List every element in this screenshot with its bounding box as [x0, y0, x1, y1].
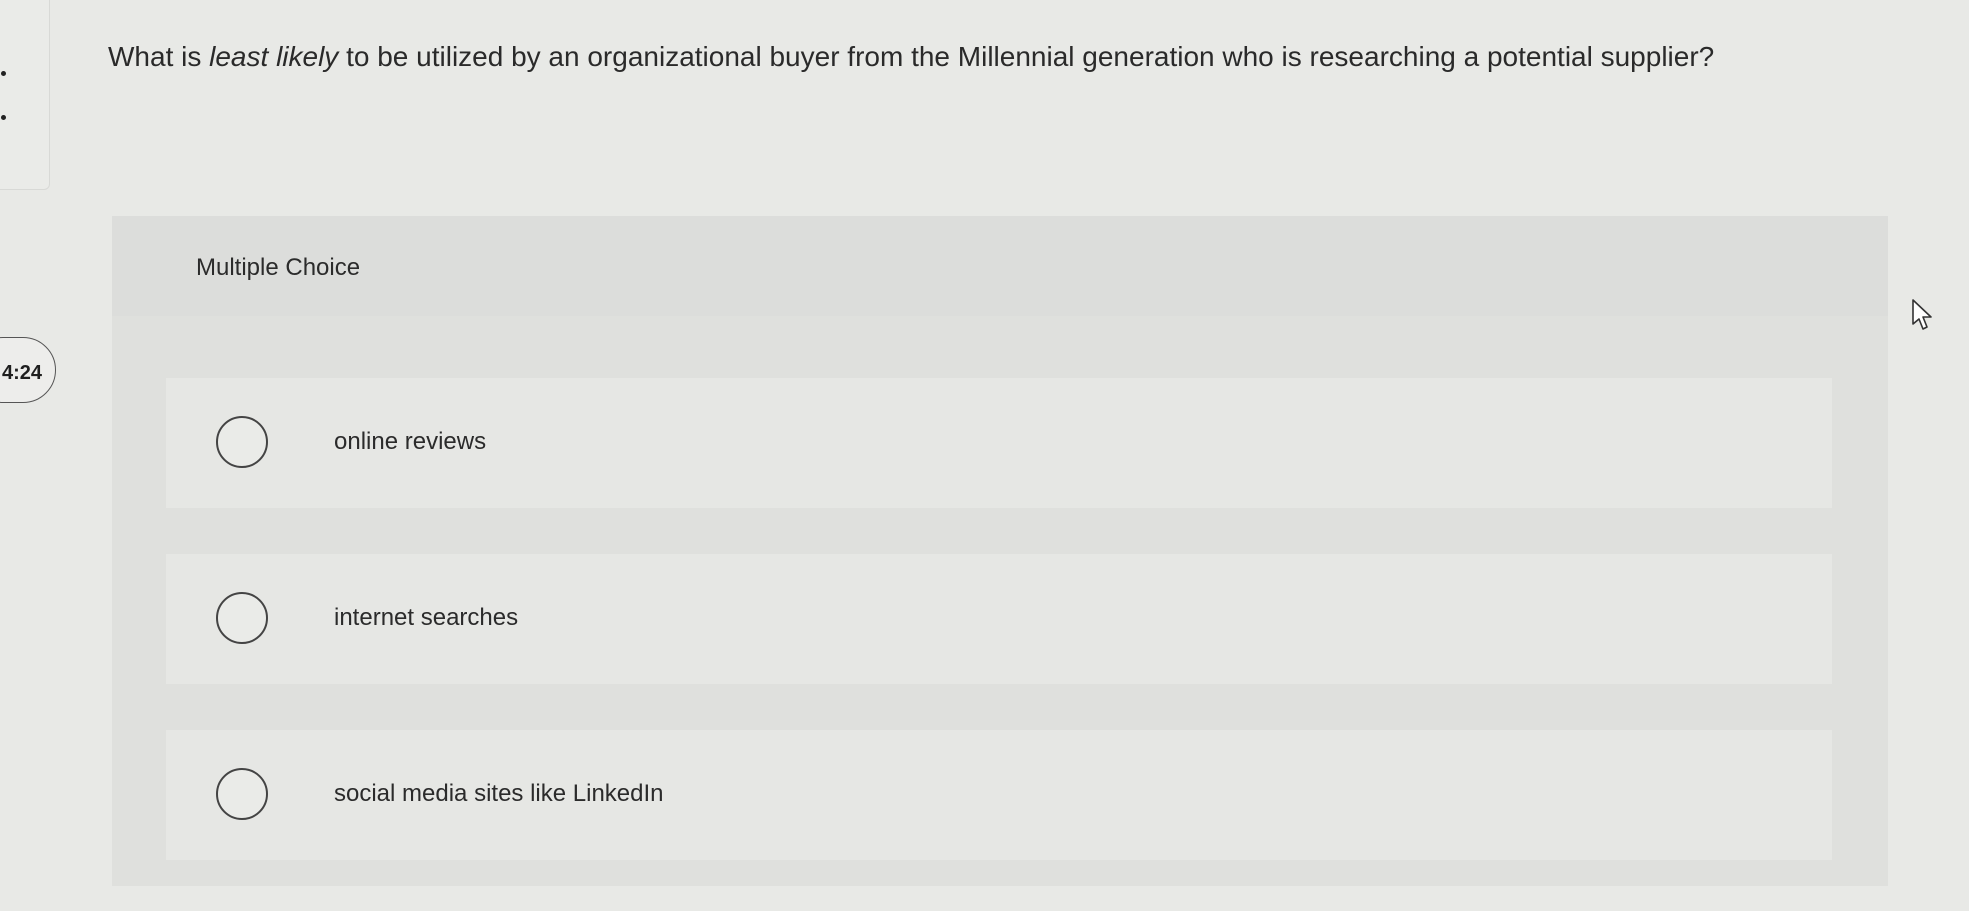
option-label[interactable]: online reviews: [334, 428, 486, 456]
panel-dot: [1, 71, 6, 76]
radio-button[interactable]: [216, 768, 268, 820]
question-emphasis: least likely: [209, 41, 339, 72]
choice-header: Multiple Choice: [112, 216, 1888, 316]
option-label[interactable]: social media sites like LinkedIn: [334, 780, 664, 808]
panel-dot: [1, 115, 6, 120]
pointer-cursor-icon: [1912, 299, 1932, 330]
timer-text: 4:24: [2, 362, 43, 384]
left-side-panel: [0, 0, 50, 190]
question-prefix: What is: [108, 41, 210, 72]
radio-button[interactable]: [216, 592, 268, 644]
option-label[interactable]: internet searches: [334, 604, 518, 632]
multiple-choice-card: Multiple Choice online reviews internet …: [112, 216, 1888, 886]
answer-option[interactable]: online reviews: [166, 378, 1832, 508]
answer-option[interactable]: social media sites like LinkedIn: [166, 730, 1832, 860]
choice-type-label: Multiple Choice: [196, 254, 361, 281]
radio-button[interactable]: [216, 416, 268, 468]
answer-option[interactable]: internet searches: [166, 554, 1832, 684]
question-suffix: to be utilized by an organizational buye…: [338, 41, 1715, 72]
question-text: What is least likely to be utilized by a…: [108, 36, 1828, 78]
